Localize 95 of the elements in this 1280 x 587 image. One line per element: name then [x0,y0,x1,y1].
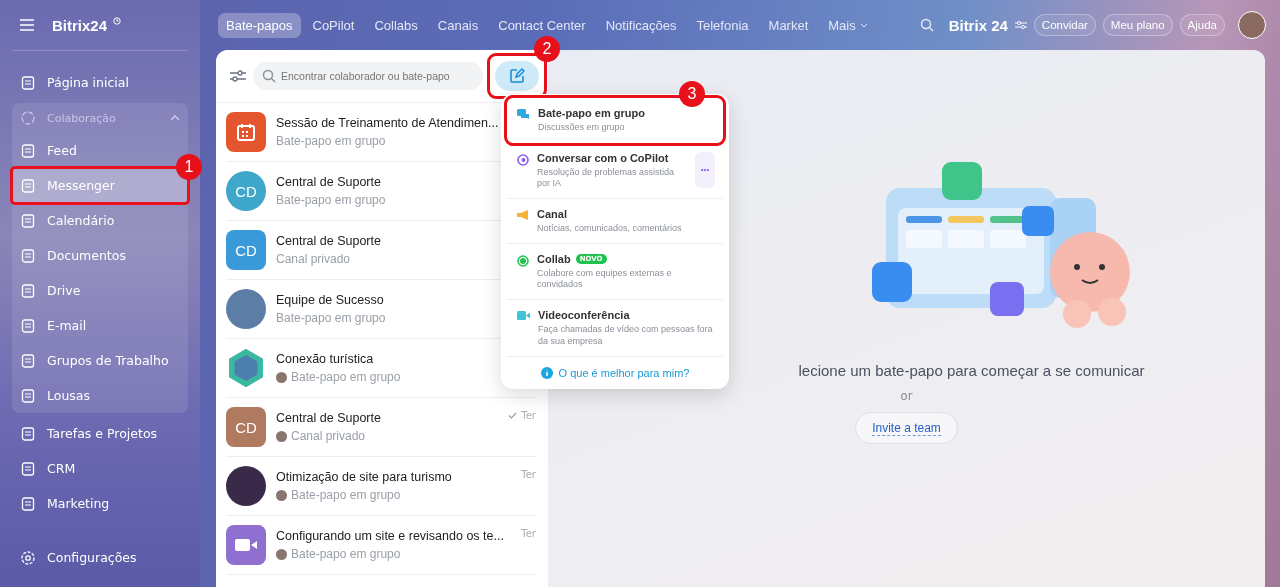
sidebar-item[interactable]: E-mail [12,308,188,343]
or-label: or [900,389,913,403]
search-field[interactable]: Encontrar colaborador ou bate-papo [253,62,483,90]
menu-item-title: Bate-papo em grupo [538,107,645,119]
logo: Bitrix 24 [948,16,1008,34]
nav-tab[interactable]: Telefonia [688,12,757,38]
page-icon [20,142,36,159]
menu-item[interactable]: Videoconferência Faça chamadas de vídeo com pessoas fora da sua empresa [507,300,723,357]
sliders-icon[interactable] [1014,20,1027,30]
page-icon [20,177,36,194]
nav-tab[interactable]: Notificações [597,12,685,38]
chevron-down-icon [859,22,868,28]
search-icon[interactable] [919,18,934,32]
search-icon [262,69,276,83]
page-icon [20,212,36,229]
nav-tab[interactable]: Market [760,12,817,38]
chat-title: Equipe de Sucesso [276,293,385,307]
sidebar-item[interactable]: Documentos [12,238,188,273]
nav-tab[interactable]: CoPilot [304,12,363,38]
menu-item-description: Faça chamadas de vídeo com pessoas fora da sua empresa [538,324,714,348]
chat-subtitle: Bate-papo em grupo [291,547,401,561]
step-badge: 1 [176,154,202,180]
sidebar-item[interactable]: Grupos de Trabalho [12,343,188,378]
header-button[interactable]: Ajuda [1179,14,1225,36]
page-icon [20,247,36,264]
chat-title: Central de Suporte [276,175,382,189]
menu-item-title: Videoconferência [538,309,630,322]
chat-item[interactable]: CD Central de Suporte Canal privado Ter [226,398,536,457]
empty-state-message: lecione um bate-papo para começar a se comunicar [798,362,1145,379]
sidebar-item[interactable]: Página inicial [12,65,188,100]
menu-item-description: Colabore com equipes externas e convidados [537,267,673,292]
menu-item-title: Conversar com o CoPilot [537,151,669,164]
page-icon [20,74,36,91]
chat-title: Conexão turística [276,352,375,366]
logo: Bitrix24 [52,16,108,34]
sidebar-item[interactable]: Tarefas e Projetos [12,416,188,451]
menu-item-description: Notícias, comunicados, comentários [537,223,683,235]
sidebar-item[interactable]: Marketing [12,486,188,521]
initials-avatar: CD [226,171,266,211]
invite-button[interactable]: Invite a team [855,412,958,444]
header-button[interactable]: Convidar [1033,14,1096,36]
edit-icon [509,68,525,84]
page-icon [20,460,36,477]
sidebar-item[interactable]: CRM [12,451,188,486]
chat-title: Otimização de site para turismo [276,470,453,484]
settings-icon [20,549,36,566]
filter-icon[interactable] [230,69,246,83]
page-icon [20,387,36,404]
page-icon [20,495,36,512]
menu-item-description: Discussões em grupo [538,122,626,134]
avatar[interactable] [1238,11,1266,39]
more-button[interactable]: ••• [695,151,715,188]
settings-item[interactable]: Configurações [12,540,188,575]
menu-item-title: Canal [537,208,567,221]
menu-icon[interactable] [20,19,34,31]
nav-tab[interactable]: Canais [429,12,487,38]
initials-avatar: CD [226,407,266,447]
page-icon [20,317,36,334]
chat-title: Sessão de Treinamento de Atendimen... [276,116,500,130]
menu-item-title: Collab [537,252,571,265]
page-icon [20,282,36,299]
chat-subtitle: Bate-papo em grupo [291,370,401,384]
header-button[interactable]: Meu plano [1102,14,1173,36]
chat-subtitle: Bate-papo em grupo [291,488,401,502]
menu-item[interactable]: Conversar com o CoPilot Resolução de problemas assistida por IA ••• [507,142,723,200]
chat-time: Ter [521,528,536,539]
chat-subtitle: Canal privado [291,429,366,443]
nav-tab[interactable]: Mais [820,12,876,38]
sidebar-item[interactable]: Lousas [12,378,188,413]
initials-avatar: CD [226,230,266,270]
menu-item-description: Resolução de problemas assistida por IA [537,166,676,191]
chat-item[interactable]: Configurando um site e revisando os te... Bate-papo em grupo Ter [226,516,536,575]
nav-tab[interactable]: Contact Center [490,12,594,38]
sidebar-item[interactable]: Drive [12,273,188,308]
chat-subtitle: Bate-papo em grupo [276,311,386,325]
info-icon [540,366,553,379]
chat-title: Central de Suporte [276,411,382,425]
chat-subtitle: Bate-papo em grupo [276,134,386,148]
chat-title: Central de Suporte [276,234,382,248]
help-link[interactable]: O que é melhor para mim? [558,366,690,379]
chat-item[interactable]: Otimização de site para turismo Bate-papo em grupo Ter [226,457,536,516]
sidebar-item[interactable]: Calendário [12,203,188,238]
chat-time: Ter [521,469,536,480]
chat-subtitle: Canal privado [276,252,351,266]
chat-subtitle: Bate-papo em grupo [276,193,386,207]
step-badge: 2 [534,36,560,62]
chat-time: Ter [521,410,536,421]
menu-item[interactable]: Canal Notícias, comunicados, comentários [507,199,723,244]
nav-tab[interactable]: Collabs [366,12,426,38]
chat-title: Configurando um site e revisando os te... [276,529,505,543]
nav-tab[interactable]: Bate-papos [218,12,301,38]
page-icon [20,425,36,442]
step-badge: 3 [679,81,705,107]
page-icon [20,352,36,369]
clock-icon [113,17,122,25]
